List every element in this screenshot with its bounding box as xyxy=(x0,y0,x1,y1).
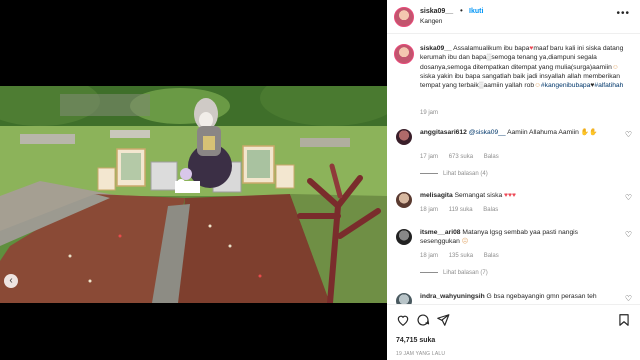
heart-emoji-icon: ♥♥♥ xyxy=(504,192,516,199)
comment-text: anggitasari612 @siska09__ Aamiin Allahum… xyxy=(420,128,616,137)
post-header: siska09__ • Ikuti Kangen ••• xyxy=(387,0,640,34)
heart-icon[interactable] xyxy=(396,313,410,327)
view-replies-label: Lihat balasan (4) xyxy=(443,171,488,177)
reply-button[interactable]: Balas xyxy=(484,154,499,160)
follow-button[interactable]: Ikuti xyxy=(469,8,483,15)
comment-likes[interactable]: 135 suka xyxy=(449,253,473,259)
avatar[interactable] xyxy=(396,229,412,245)
post-side-panel: siska09__ • Ikuti Kangen ••• siska09__ A… xyxy=(387,0,640,360)
emoji-icon: ☺ xyxy=(611,63,619,71)
post-timestamp: 19 JAM YANG LALU xyxy=(396,351,446,357)
bookmark-icon[interactable] xyxy=(617,313,631,327)
avatar[interactable] xyxy=(394,7,414,27)
heart-icon[interactable]: ♡ xyxy=(625,193,632,202)
likes-count[interactable]: 74,715 suka xyxy=(396,337,435,344)
comment-username[interactable]: indra_wahyuningsih xyxy=(420,293,485,300)
comment-body: Semangat siska xyxy=(454,192,503,199)
heart-icon[interactable]: ♡ xyxy=(625,230,632,239)
comment-meta: 18 jam 135 suka Balas xyxy=(420,253,508,259)
view-replies-button[interactable]: Lihat balasan (4) xyxy=(420,171,488,177)
post-location[interactable]: Kangen xyxy=(420,18,442,25)
media-pane: ‹ xyxy=(0,0,387,360)
post-actions: 74,715 suka 19 JAM YANG LALU xyxy=(387,304,640,360)
grave-scene-image xyxy=(0,86,387,303)
praying-hands-emoji-icon: ✋✋ xyxy=(580,129,598,136)
avatar[interactable] xyxy=(396,129,412,145)
comment-username[interactable]: itsme__ari08 xyxy=(420,229,461,236)
post-author-username[interactable]: siska09__ xyxy=(420,8,453,15)
emoji-icon: ☺ xyxy=(534,82,541,90)
comment-mention[interactable]: @siska09__ xyxy=(469,129,506,136)
comments-section[interactable]: siska09__ Assalamualikum ibu bapa♥maaf b… xyxy=(387,34,640,304)
more-options-icon[interactable]: ••• xyxy=(616,8,630,19)
heart-icon[interactable]: ♡ xyxy=(625,130,632,139)
caption-username[interactable]: siska09__ xyxy=(420,45,452,52)
divider xyxy=(420,172,438,174)
comment-username[interactable]: anggitasari612 xyxy=(420,129,467,136)
comment-time: 18 jam xyxy=(420,253,439,259)
sad-face-emoji-icon: ☹ xyxy=(461,238,469,246)
comment-time: 18 jam xyxy=(420,207,439,213)
avatar[interactable] xyxy=(396,192,412,208)
caption-avatar[interactable] xyxy=(394,44,414,64)
comment-text: indra_wahyuningsih G bsa ngebayangin gmn… xyxy=(420,292,616,301)
comment-body: G bsa ngebayangin gmn perasan teh xyxy=(486,293,597,300)
hashtag-link[interactable]: #kangenibubapa xyxy=(541,82,590,89)
post-photo[interactable]: ‹ xyxy=(0,86,387,303)
hashtag-link[interactable]: #alfatihah xyxy=(594,82,623,89)
divider xyxy=(420,271,438,273)
chevron-left-icon[interactable]: ‹ xyxy=(4,274,18,288)
comment-meta: 18 jam 119 suka Balas xyxy=(420,207,507,213)
view-replies-label: Lihat balasan (7) xyxy=(443,270,488,276)
view-replies-button[interactable]: Lihat balasan (7) xyxy=(420,270,488,276)
comment-meta: 17 jam 673 suka Balas xyxy=(420,154,508,160)
caption-time: 19 jam xyxy=(420,110,439,116)
comment-username[interactable]: melisagita xyxy=(420,192,453,199)
comment-likes[interactable]: 119 suka xyxy=(449,207,473,213)
caption-text-5: aamiin yallah rob xyxy=(483,82,535,90)
comment-text: itsme__ari08 Matanya lgsg sembab yaa pas… xyxy=(420,228,616,247)
heart-icon[interactable]: ♡ xyxy=(625,294,632,303)
reply-button[interactable]: Balas xyxy=(484,253,499,259)
comment-likes[interactable]: 673 suka xyxy=(449,154,473,160)
caption-text-1: Assalamualikum ibu bapa xyxy=(453,45,530,52)
send-icon[interactable] xyxy=(436,313,450,327)
reply-button[interactable]: Balas xyxy=(483,207,498,213)
post-caption: siska09__ Assalamualikum ibu bapa♥maaf b… xyxy=(420,44,632,90)
comment-time: 17 jam xyxy=(420,154,439,160)
avatar[interactable] xyxy=(396,293,412,304)
comment-body: Aamiin Allahuma Aamiin xyxy=(507,129,579,136)
comment-icon[interactable] xyxy=(416,313,430,327)
separator-dot: • xyxy=(460,6,463,15)
comment-text: melisagita Semangat siska ♥♥♥ xyxy=(420,191,616,200)
